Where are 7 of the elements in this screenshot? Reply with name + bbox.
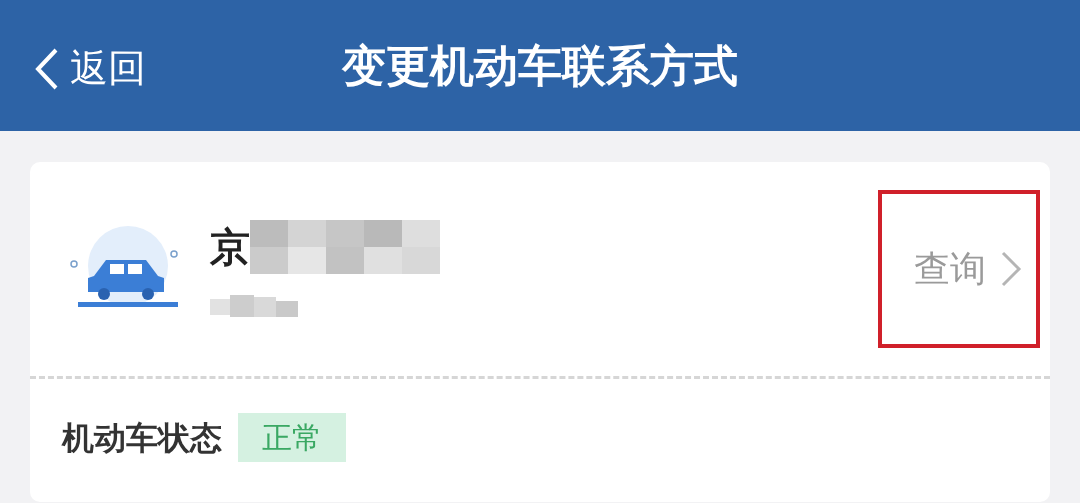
back-icon xyxy=(34,46,60,91)
back-button[interactable]: 返回 xyxy=(34,40,146,97)
status-label: 机动车状态 xyxy=(62,417,222,459)
plate-number: 京 xyxy=(210,223,250,272)
status-tag: 正常 xyxy=(238,413,346,462)
chevron-icon xyxy=(1000,250,1022,288)
page-title: 变更机动车联系方式 xyxy=(342,40,738,91)
